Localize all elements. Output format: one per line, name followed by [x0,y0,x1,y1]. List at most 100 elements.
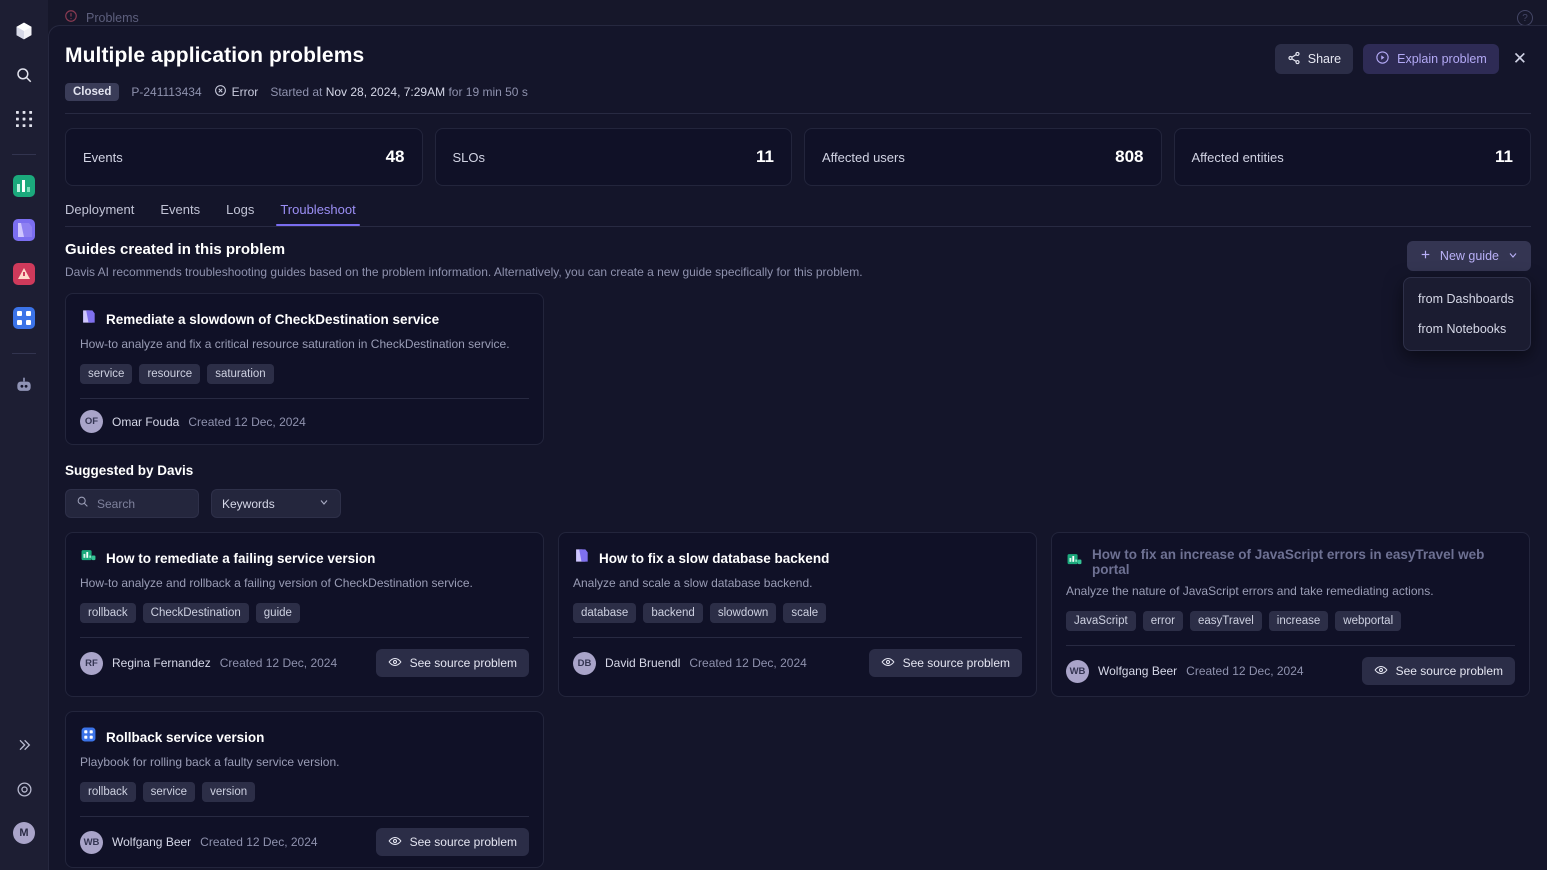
close-icon[interactable]: ✕ [1509,49,1531,69]
card-description: Analyze and scale a slow database backen… [573,576,1022,590]
card-description: Analyze the nature of JavaScript errors … [1066,584,1515,598]
card-footer: DB David Bruendl Created 12 Dec, 2024 Se… [573,637,1022,688]
guide-card[interactable]: How to fix a slow database backend Analy… [558,532,1037,697]
search-icon[interactable] [7,58,41,92]
tag[interactable]: version [202,782,255,802]
avatar: DB [573,652,596,675]
guide-card[interactable]: How to fix an increase of JavaScript err… [1051,532,1530,697]
tag[interactable]: easyTravel [1190,611,1262,631]
explain-label: Explain problem [1397,52,1487,66]
dashboard-icon [1066,551,1083,573]
tab-logs[interactable]: Logs [226,202,254,226]
guide-card[interactable]: Remediate a slowdown of CheckDestination… [65,293,544,445]
guide-card[interactable]: Rollback service version Playbook for ro… [65,711,544,868]
keywords-select[interactable]: Keywords [211,489,341,518]
help-question-icon[interactable]: ? [1517,10,1533,26]
background-tab-label[interactable]: Problems [86,11,139,25]
suggested-cards-row: How to remediate a failing service versi… [49,518,1547,868]
tag[interactable]: slowdown [710,603,777,623]
tag[interactable]: rollback [80,782,136,802]
help-icon[interactable] [7,772,41,806]
dropdown-item-from-dashboards[interactable]: from Dashboards [1404,284,1530,314]
author-name: Regina Fernandez [112,656,211,670]
tag[interactable]: resource [139,364,200,384]
tag[interactable]: increase [1269,611,1328,631]
workflows-app-icon[interactable] [7,301,41,335]
tab-deployment[interactable]: Deployment [65,202,134,226]
eye-icon [388,834,402,851]
stat-card-slos[interactable]: SLOs 11 [435,128,793,186]
stat-value: 808 [1115,147,1143,167]
notebooks-app-icon[interactable] [7,213,41,247]
stat-card-events[interactable]: Events 48 [65,128,423,186]
see-source-label: See source problem [410,835,517,849]
tag[interactable]: error [1143,611,1183,631]
card-title: How to remediate a failing service versi… [106,551,375,566]
sidebar-bottom: M [0,728,48,860]
tag[interactable]: scale [783,603,826,623]
tag[interactable]: service [80,364,132,384]
explain-problem-button[interactable]: Explain problem [1363,44,1499,74]
problem-detail-panel: Multiple application problems Share Expl… [48,25,1547,870]
tab-events[interactable]: Events [160,202,200,226]
see-source-problem-button[interactable]: See source problem [869,649,1022,677]
card-title-row: How to fix an increase of JavaScript err… [1066,547,1515,577]
tag[interactable]: saturation [207,364,274,384]
search-input[interactable] [97,497,188,511]
davis-ai-icon[interactable] [7,368,41,402]
davis-explain-icon [1375,50,1390,68]
dynatrace-logo[interactable] [7,14,41,48]
see-source-problem-button[interactable]: See source problem [376,649,529,677]
dashboards-app-icon[interactable] [7,169,41,203]
tag[interactable]: CheckDestination [143,603,249,623]
started-date: Nov 28, 2024, 7:29AM [326,85,445,99]
see-source-label: See source problem [410,656,517,670]
tab-troubleshoot[interactable]: Troubleshoot [280,202,355,226]
eye-icon [881,655,895,672]
stat-card-affected-entities[interactable]: Affected entities 11 [1174,128,1532,186]
user-avatar[interactable]: M [7,816,41,850]
tag-list: service resource saturation [80,364,529,384]
apps-grid-icon[interactable] [7,102,41,136]
severity-label: Error [232,85,259,99]
search-box[interactable] [65,489,199,518]
tag[interactable]: webportal [1335,611,1401,631]
page-title: Multiple application problems [65,44,364,68]
stat-value: 11 [756,147,774,167]
card-footer: WB Wolfgang Beer Created 12 Dec, 2024 Se… [1066,645,1515,696]
share-label: Share [1308,52,1341,66]
dropdown-item-from-notebooks[interactable]: from Notebooks [1404,314,1530,344]
search-icon [76,495,89,513]
new-guide-button[interactable]: New guide [1407,241,1531,271]
problems-app-icon[interactable] [7,257,41,291]
guide-card[interactable]: How to remediate a failing service versi… [65,532,544,697]
see-source-problem-button[interactable]: See source problem [1362,657,1515,685]
plus-icon [1419,248,1432,264]
sidebar-divider [12,154,36,155]
author-name: Omar Fouda [112,415,179,429]
stat-card-affected-users[interactable]: Affected users 808 [804,128,1162,186]
expand-icon[interactable] [7,728,41,762]
suggested-header: Suggested by Davis [49,445,1547,478]
error-icon [214,84,227,100]
tag[interactable]: service [143,782,195,802]
tag[interactable]: backend [643,603,702,623]
tag-list: JavaScript error easyTravel increase web… [1066,611,1515,631]
see-source-label: See source problem [903,656,1010,670]
card-footer: OF Omar Fouda Created 12 Dec, 2024 [80,398,529,444]
tag[interactable]: rollback [80,603,136,623]
share-button[interactable]: Share [1275,44,1353,74]
card-title-row: How to remediate a failing service versi… [80,547,529,569]
problem-meta: Closed P-241113434 Error Started at Nov … [49,74,1547,101]
avatar: WB [80,831,103,854]
tag-list: rollback CheckDestination guide [80,603,529,623]
tag[interactable]: database [573,603,636,623]
app-backdrop: Problems ? Multiple application problems… [48,0,1547,870]
chevron-down-icon [1507,249,1519,264]
tag[interactable]: guide [256,603,300,623]
suggested-filters: Keywords [49,478,1547,518]
tag[interactable]: JavaScript [1066,611,1136,631]
stat-value: 48 [386,147,405,167]
card-title-row: Rollback service version [80,726,529,748]
see-source-problem-button[interactable]: See source problem [376,828,529,856]
